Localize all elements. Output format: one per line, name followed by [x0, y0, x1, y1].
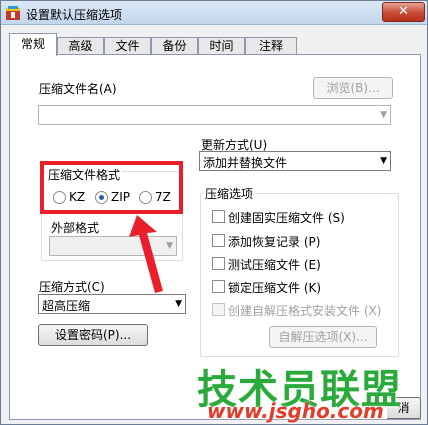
solid-archive-label: 创建固实压缩文件 (S)	[228, 211, 345, 225]
tab-backup[interactable]: 备份	[151, 37, 198, 55]
recovery-record-label: 添加恢复记录 (P)	[228, 235, 321, 249]
compression-options-title: 压缩选项	[203, 185, 256, 202]
set-password-button[interactable]: 设置密码(P)...	[38, 324, 148, 346]
close-icon: ✕	[398, 4, 409, 19]
archive-name-label: 压缩文件名(A)	[39, 82, 117, 96]
tab-label: 常规	[20, 37, 45, 51]
solid-archive-checkbox[interactable]	[212, 210, 225, 223]
compression-method-value: 超高压缩	[42, 299, 91, 313]
compression-method-select[interactable]: 超高压缩 ▼	[38, 294, 186, 314]
test-archive-checkbox[interactable]	[212, 257, 225, 270]
compression-method-label: 压缩方式(C)	[39, 280, 105, 294]
tab-general[interactable]: 常规	[9, 33, 57, 56]
update-mode-select[interactable]: 添加并替换文件 ▼	[199, 151, 391, 171]
window-title: 设置默认压缩选项	[26, 8, 123, 22]
tab-comment[interactable]: 注释	[245, 37, 297, 55]
title-bar[interactable]: 设置默认压缩选项 ✕	[1, 1, 427, 25]
update-mode-value: 添加并替换文件	[203, 156, 288, 170]
watermark-url: www.jsgho.com	[207, 399, 384, 423]
tab-label: 文件	[115, 39, 140, 53]
sfx-options-button[interactable]: 自解压选项(X)...	[269, 326, 377, 348]
tab-time[interactable]: 时间	[198, 37, 245, 55]
lock-archive-label: 锁定压缩文件 (K)	[228, 281, 322, 295]
dialog-window: 设置默认压缩选项 ✕ 常规 高级 文件 备份 时间 注释 压缩文件名(A) 浏览…	[0, 0, 428, 425]
tab-advanced[interactable]: 高级	[57, 37, 104, 55]
app-icon	[6, 6, 20, 20]
chevron-down-icon: ▼	[380, 110, 387, 120]
tab-files[interactable]: 文件	[104, 37, 151, 55]
chevron-down-icon: ▼	[380, 156, 387, 166]
browse-button[interactable]: 浏览(B)...	[313, 77, 393, 99]
tab-label: 注释	[258, 39, 283, 53]
lock-archive-checkbox[interactable]	[212, 280, 225, 293]
close-button[interactable]: ✕	[382, 2, 425, 22]
external-format-label: 外部格式	[51, 221, 100, 235]
tab-label: 备份	[162, 39, 187, 53]
sfx-archive-checkbox[interactable]	[212, 303, 225, 316]
tab-label: 高级	[68, 39, 93, 53]
chevron-down-icon: ▼	[175, 299, 182, 309]
tab-label: 时间	[209, 39, 234, 53]
archive-name-combo[interactable]: ▼	[38, 105, 391, 125]
red-arrow-icon	[129, 215, 163, 293]
recovery-record-checkbox[interactable]	[212, 234, 225, 247]
highlight-box	[40, 161, 183, 214]
sfx-archive-label: 创建自解压格式安装文件 (X)	[228, 304, 382, 318]
test-archive-label: 测试压缩文件 (E)	[228, 258, 321, 272]
